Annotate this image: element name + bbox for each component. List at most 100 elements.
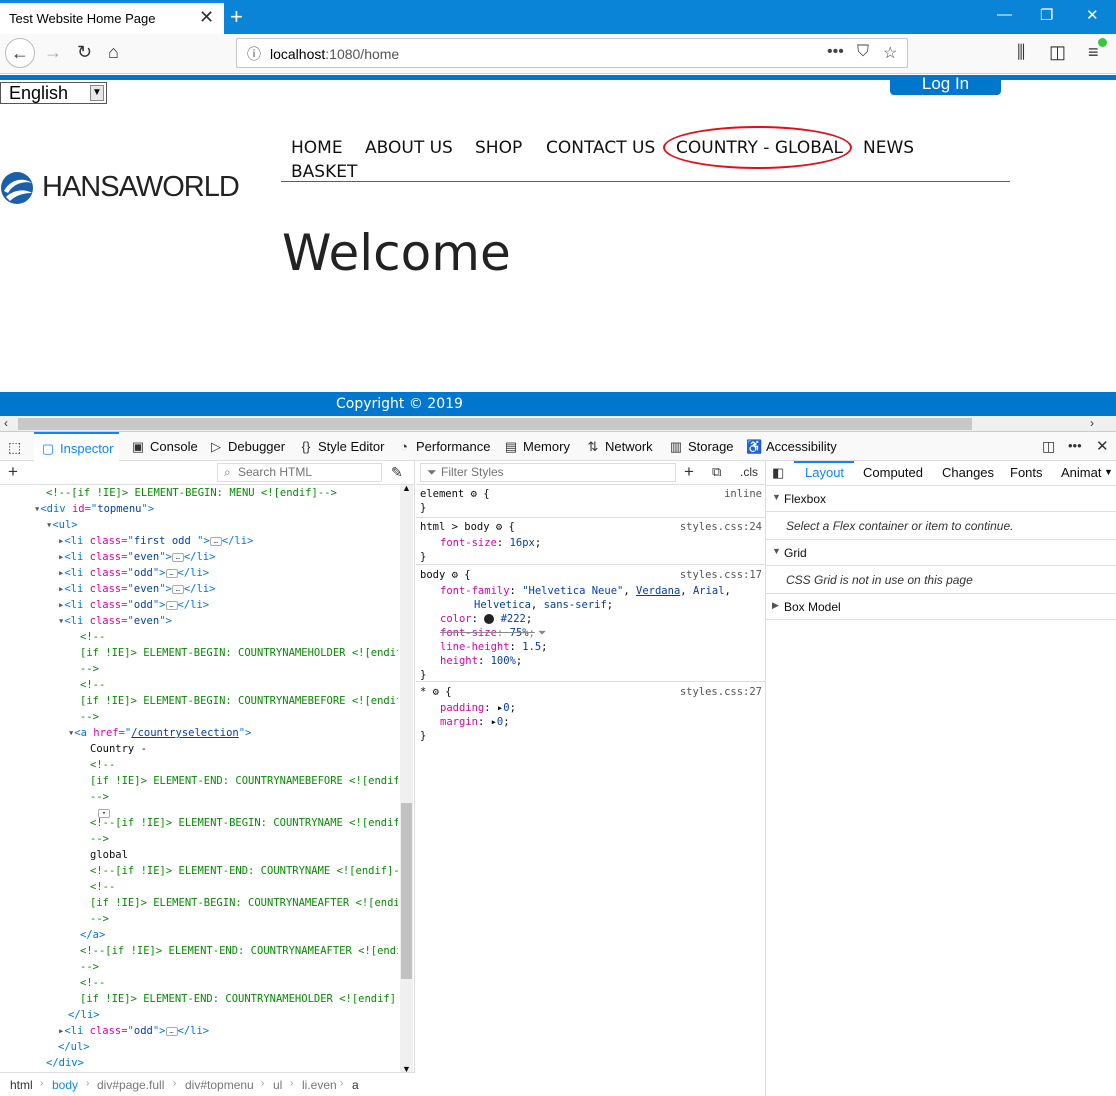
hansaworld-logo[interactable]: HANSAWORLD bbox=[0, 168, 252, 208]
minimize-icon[interactable]: — bbox=[997, 6, 1012, 23]
forward-icon[interactable]: → bbox=[44, 42, 62, 63]
pocket-icon[interactable]: ⛉ bbox=[857, 43, 869, 61]
tab-network[interactable]: ⇅ Network bbox=[585, 439, 653, 455]
tab-console[interactable]: ▣ Console bbox=[130, 439, 198, 455]
tab-changes[interactable]: Changes bbox=[942, 465, 994, 480]
chevron-down-icon[interactable]: ▼ bbox=[1104, 467, 1113, 477]
menu-about-us[interactable]: ABOUT US bbox=[365, 138, 453, 158]
sidebar-tabs: ◧ Layout Computed Changes Fonts Animat ▼ bbox=[766, 461, 1116, 486]
menu-shop[interactable]: SHOP bbox=[475, 138, 522, 158]
tab-style-editor[interactable]: {} Style Editor bbox=[298, 439, 385, 454]
page-footer: Copyright © 2019 bbox=[0, 392, 1116, 416]
breadcrumb-html[interactable]: html bbox=[10, 1078, 33, 1092]
inspector-icon: ▢ bbox=[41, 441, 55, 456]
tab-storage[interactable]: ▥ Storage bbox=[668, 439, 734, 455]
pseudo-class-icon[interactable]: ⧉ bbox=[712, 464, 721, 480]
markup-scrollbar[interactable]: ▲ ▼ bbox=[400, 483, 413, 1074]
layout-panel: ◧ Layout Computed Changes Fonts Animat ▼… bbox=[766, 461, 1116, 1096]
toggle-pane-icon[interactable]: ◧ bbox=[772, 465, 784, 481]
memory-icon: ▤ bbox=[504, 439, 518, 454]
filter-icon: ⏷ bbox=[427, 465, 437, 479]
bookmark-star-icon[interactable]: ☆ bbox=[883, 43, 897, 63]
box-model-section[interactable]: ▶ Box Model bbox=[766, 594, 1116, 620]
breadcrumb-topmenu[interactable]: div#topmenu bbox=[185, 1078, 254, 1092]
cls-toggle[interactable]: .cls bbox=[740, 465, 758, 479]
add-node-icon[interactable]: + bbox=[8, 462, 18, 482]
breadcrumb-ul[interactable]: ul bbox=[273, 1078, 282, 1092]
collapse-icon: ▼ bbox=[772, 492, 781, 502]
url-text[interactable]: localhost:1080/home bbox=[270, 46, 399, 62]
expand-icon: ▶ bbox=[772, 600, 779, 610]
breadcrumb-page[interactable]: div#page.full bbox=[97, 1078, 164, 1092]
breadcrumb-li[interactable]: li.even bbox=[302, 1078, 337, 1092]
tab-memory[interactable]: ▤ Memory bbox=[503, 439, 570, 455]
rules-list[interactable]: element ⚙ { inline } html > body ⚙ { sty… bbox=[416, 485, 766, 1096]
accessibility-icon: ♿ bbox=[746, 439, 763, 454]
eyedropper-icon[interactable]: ✎ bbox=[391, 464, 403, 481]
reload-icon[interactable]: ↻ bbox=[77, 42, 92, 63]
tab-title: Test Website Home Page bbox=[9, 11, 156, 26]
filter-styles-input[interactable]: ⏷ Filter Styles bbox=[420, 463, 676, 482]
library-icon[interactable]: ⫼ bbox=[1017, 42, 1025, 63]
rules-toolbar: ⏷ Filter Styles + ⧉ .cls bbox=[416, 461, 765, 485]
grid-note: CSS Grid is not in use on this page bbox=[766, 566, 1116, 594]
braces-icon: {} bbox=[301, 439, 311, 454]
browser-tab[interactable]: Test Website Home Page ✕ bbox=[0, 1, 224, 34]
sidebar-icon[interactable]: ◫ bbox=[1049, 42, 1066, 63]
window-close-icon[interactable]: ✕ bbox=[1086, 6, 1099, 24]
flexbox-section[interactable]: ▼ Flexbox bbox=[766, 486, 1116, 512]
menu-news[interactable]: NEWS bbox=[863, 138, 914, 158]
markup-scrollbar-thumb[interactable] bbox=[401, 803, 412, 979]
scrollbar-thumb[interactable] bbox=[18, 418, 972, 430]
language-value: English bbox=[9, 83, 69, 103]
title-bar: Test Website Home Page ✕ + — ❐ ✕ bbox=[0, 0, 1116, 34]
restore-icon[interactable]: ❐ bbox=[1040, 6, 1053, 24]
tab-accessibility[interactable]: ♿ Accessibility bbox=[746, 439, 837, 455]
scroll-left-icon[interactable]: ‹ bbox=[4, 416, 8, 430]
dock-icon[interactable]: ◫ bbox=[1042, 438, 1055, 455]
horizontal-scrollbar[interactable]: ‹ › bbox=[0, 416, 1116, 432]
home-icon[interactable]: ⌂ bbox=[108, 42, 119, 63]
element-picker-icon[interactable]: ⬚ bbox=[8, 439, 21, 456]
collapse-icon: ▼ bbox=[772, 546, 781, 556]
tab-layout[interactable]: Layout bbox=[805, 465, 844, 480]
tab-animations[interactable]: Animat bbox=[1061, 465, 1101, 480]
tab-computed[interactable]: Computed bbox=[863, 465, 923, 480]
logo-text: HANSAWORLD bbox=[42, 171, 240, 203]
new-tab-icon[interactable]: + bbox=[230, 4, 243, 30]
menu-contact-us[interactable]: CONTACT US bbox=[546, 138, 655, 158]
search-html-input[interactable]: ⌕ Search HTML bbox=[217, 463, 382, 482]
more-options-icon[interactable]: ••• bbox=[1068, 438, 1082, 453]
menu-basket[interactable]: BASKET bbox=[291, 162, 357, 182]
breadcrumb-a[interactable]: a bbox=[352, 1078, 359, 1092]
tab-performance[interactable]: ◔ Performance bbox=[396, 439, 490, 454]
color-swatch[interactable] bbox=[484, 614, 495, 624]
login-button[interactable]: Log In bbox=[890, 75, 1001, 95]
network-icon: ⇅ bbox=[587, 439, 599, 454]
close-tab-icon[interactable]: ✕ bbox=[199, 7, 214, 28]
markup-tree[interactable]: <!--[if !IE]> ELEMENT-BEGIN: MENU <![end… bbox=[0, 485, 398, 1072]
page-heading: Welcome bbox=[282, 224, 511, 282]
close-devtools-icon[interactable]: ✕ bbox=[1096, 437, 1109, 455]
page-actions-icon[interactable]: ••• bbox=[827, 43, 844, 61]
breadcrumb-body[interactable]: body bbox=[52, 1078, 78, 1092]
tab-fonts[interactable]: Fonts bbox=[1010, 465, 1043, 480]
chevron-down-icon: ▼ bbox=[90, 85, 104, 101]
scroll-up-icon[interactable]: ▲ bbox=[402, 483, 411, 493]
grid-section[interactable]: ▼ Grid bbox=[766, 540, 1116, 566]
performance-icon: ◔ bbox=[400, 439, 408, 454]
tab-debugger[interactable]: ▷ Debugger bbox=[208, 439, 285, 455]
info-icon[interactable]: ⓘ bbox=[247, 44, 261, 64]
menu-home[interactable]: HOME bbox=[291, 138, 343, 158]
storage-icon: ▥ bbox=[669, 439, 683, 454]
back-icon[interactable]: ← bbox=[5, 38, 35, 68]
scroll-right-icon[interactable]: › bbox=[1090, 416, 1094, 430]
menu-divider bbox=[281, 181, 1010, 182]
add-rule-icon[interactable]: + bbox=[684, 462, 694, 482]
url-bar[interactable]: ⓘ localhost:1080/home ••• ⛉ ☆ bbox=[236, 38, 908, 68]
logo-swirl-icon bbox=[1, 172, 33, 204]
language-select[interactable]: English ▼ bbox=[0, 82, 107, 104]
update-badge-icon bbox=[1098, 38, 1107, 47]
tab-inspector[interactable]: ▢ Inspector bbox=[34, 432, 120, 461]
menu-icon[interactable]: ≡ bbox=[1088, 42, 1099, 63]
